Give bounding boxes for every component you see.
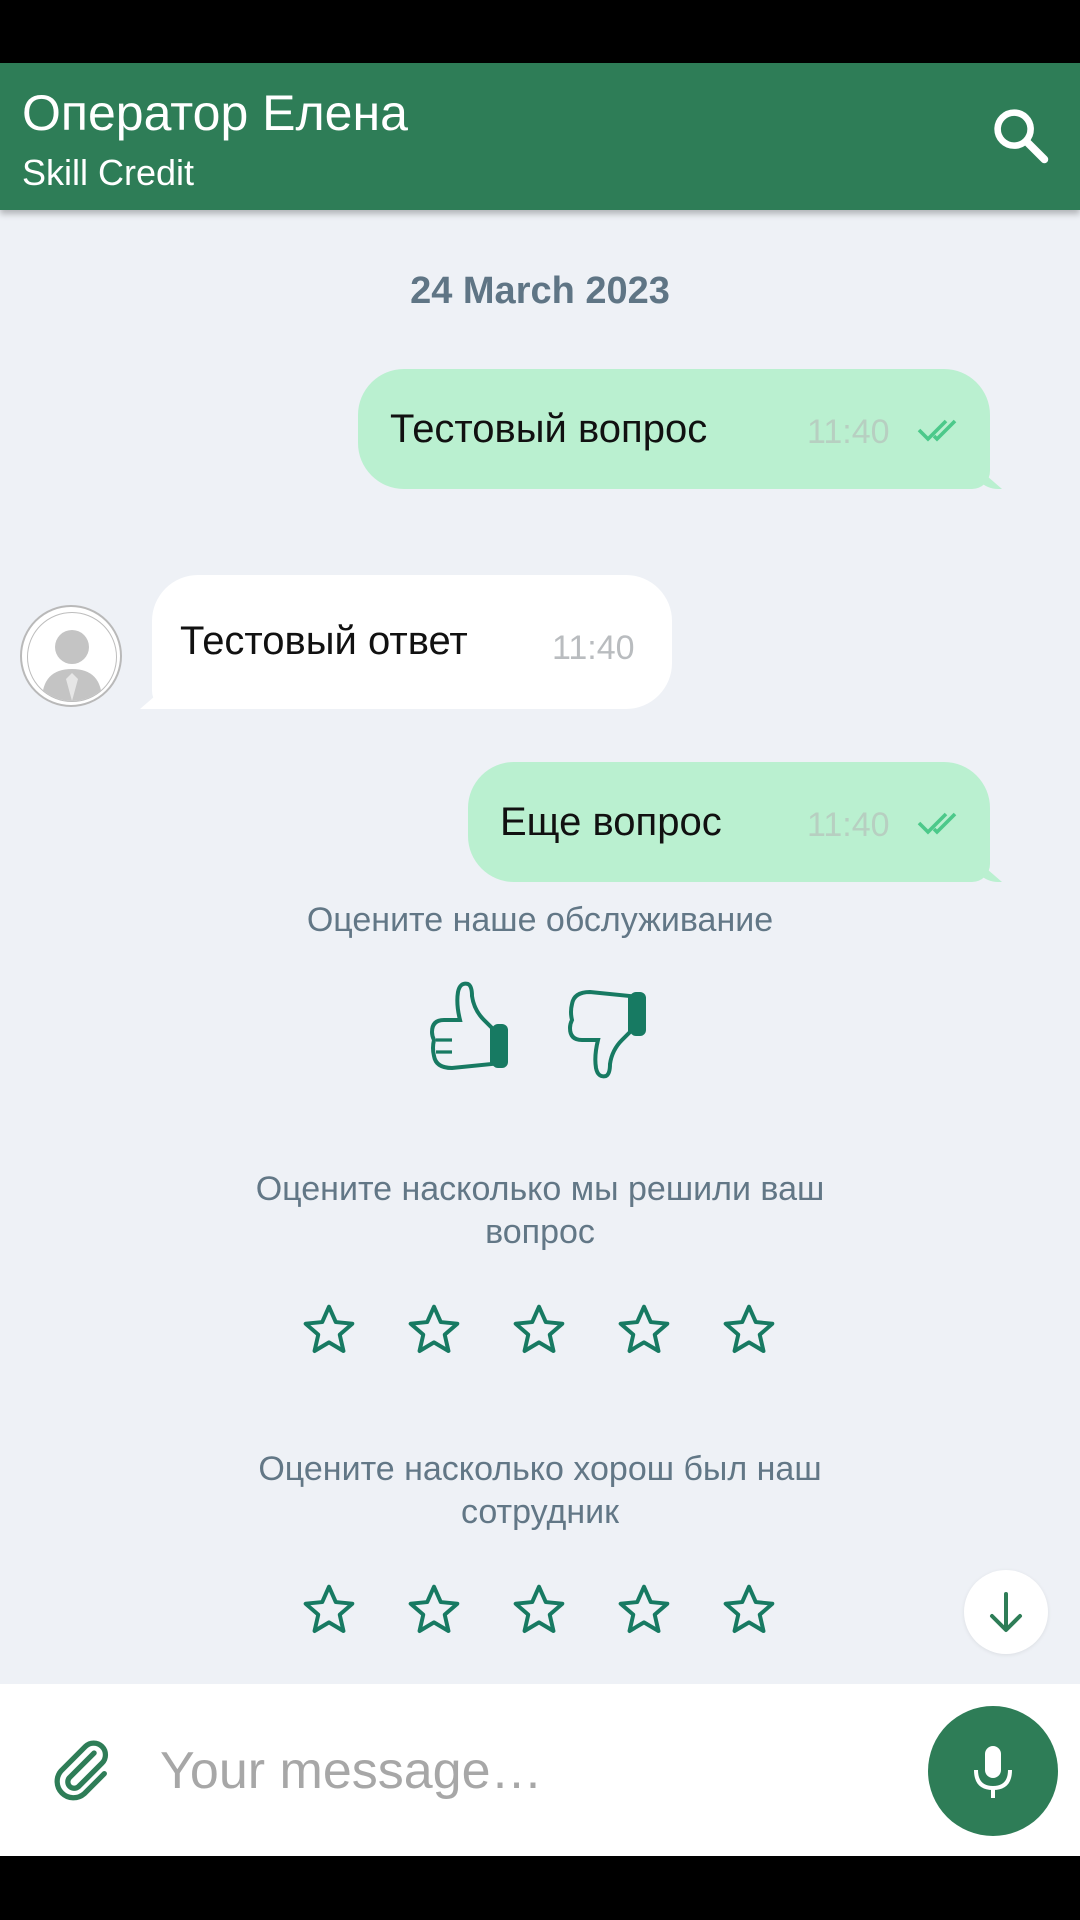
- star-icon-2[interactable]: [406, 1582, 462, 1638]
- resolution-prompt-line2: вопрос: [485, 1213, 595, 1251]
- employee-prompt-line2: сотрудник: [461, 1493, 619, 1531]
- incoming-message[interactable]: Тестовый ответ 11:40: [152, 575, 672, 709]
- star-icon-4[interactable]: [616, 1302, 672, 1358]
- thumbs-up-button[interactable]: [424, 980, 520, 1080]
- chat-subtitle: Skill Credit: [22, 152, 195, 193]
- user-silhouette-icon: [42, 630, 102, 701]
- message-text: Еще вопрос: [500, 800, 722, 844]
- message-input[interactable]: [158, 1722, 902, 1820]
- resolution-rating-prompt: Оцените насколько мы решили ваш вопрос: [0, 1168, 1080, 1254]
- chat-title: Оператор Елена: [22, 85, 408, 141]
- message-composer: [0, 1684, 1080, 1856]
- resolution-prompt-line1: Оцените насколько мы решили ваш: [255, 1170, 825, 1208]
- read-checkmarks-icon: [917, 812, 957, 835]
- status-bar: [0, 0, 1080, 63]
- outgoing-message[interactable]: Тестовый вопрос 11:40: [358, 369, 990, 489]
- employee-prompt-line1: Оцените насколько хорош был наш: [258, 1450, 822, 1488]
- operator-avatar: [20, 605, 122, 707]
- chat-area[interactable]: 24 March 2023 Тестовый вопрос 11:40 Тест…: [0, 210, 1080, 1684]
- star-icon-3[interactable]: [511, 1302, 567, 1358]
- attach-button[interactable]: [46, 1734, 116, 1804]
- message-time: 11:40: [807, 413, 890, 451]
- star-icon-3[interactable]: [511, 1582, 567, 1638]
- app-bar: Оператор Елена Skill Credit: [0, 63, 1080, 210]
- thumbs-down-icon: [567, 989, 646, 1079]
- star-icon-4[interactable]: [616, 1582, 672, 1638]
- message-text: Тестовый вопрос: [390, 407, 708, 451]
- employee-rating-prompt: Оцените насколько хорош был наш сотрудни…: [0, 1448, 1080, 1534]
- thumbs-up-icon: [429, 981, 508, 1071]
- outgoing-message[interactable]: Еще вопрос 11:40: [468, 762, 990, 882]
- service-rating-prompt: Оцените наше обслуживание: [306, 901, 774, 939]
- microphone-icon: [974, 1746, 1012, 1798]
- scroll-to-bottom-button[interactable]: [964, 1570, 1048, 1654]
- message-time: 11:40: [552, 629, 635, 667]
- microphone-button[interactable]: [928, 1706, 1058, 1836]
- date-separator: 24 March 2023: [410, 270, 670, 312]
- message-text: Тестовый ответ: [180, 619, 468, 663]
- paperclip-icon: [54, 1740, 109, 1801]
- search-button[interactable]: [988, 103, 1054, 169]
- star-icon-1[interactable]: [301, 1582, 357, 1638]
- star-icon-5[interactable]: [721, 1582, 777, 1638]
- message-time: 11:40: [807, 806, 890, 844]
- star-icon-5[interactable]: [721, 1302, 777, 1358]
- star-icon-2[interactable]: [406, 1302, 462, 1358]
- search-icon: [994, 109, 1049, 164]
- star-icon-1[interactable]: [301, 1302, 357, 1358]
- navigation-bar: [0, 1856, 1080, 1920]
- read-checkmarks-icon: [917, 419, 957, 442]
- thumbs-down-button[interactable]: [562, 980, 658, 1080]
- employee-stars: [0, 1582, 1080, 1642]
- resolution-stars: [0, 1302, 1080, 1362]
- arrow-down-icon: [990, 1592, 1022, 1632]
